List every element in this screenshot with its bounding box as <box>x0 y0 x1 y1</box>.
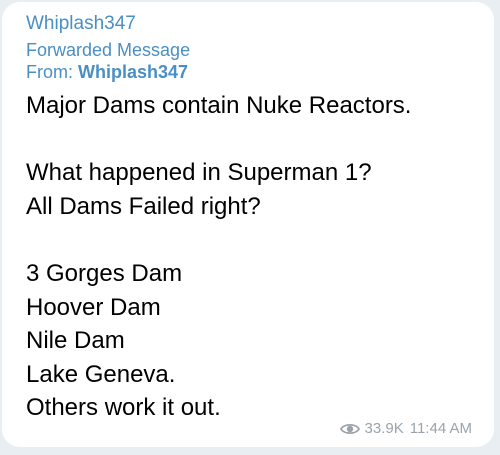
view-count: 33.9K <box>364 420 404 437</box>
sender-name[interactable]: Whiplash347 <box>26 12 474 36</box>
message-line: Nile Dam <box>26 327 125 355</box>
message-time: 11:44 AM <box>409 420 472 437</box>
message-bubble[interactable]: Whiplash347 Forwarded Message From: Whip… <box>2 2 494 447</box>
message-line: 3 Gorges Dam <box>26 259 183 287</box>
message-line: All Dams Failed right? <box>26 192 261 220</box>
from-name[interactable]: Whiplash347 <box>78 62 188 82</box>
message-line <box>26 123 474 157</box>
message-line: What happened in Superman 1? <box>26 159 372 187</box>
forwarded-label: Forwarded Message <box>26 40 191 60</box>
message-line: Major Dams contain Nuke Reactors. <box>26 92 412 119</box>
message-line: Lake Geneva. <box>26 360 176 388</box>
message-line: Hoover Dam <box>26 293 161 321</box>
eye-icon <box>339 423 360 434</box>
message-text: Major Dams contain Nuke Reactors. What h… <box>26 89 474 425</box>
from-prefix: From: <box>26 62 78 82</box>
forwarded-from[interactable]: From: Whiplash347 <box>26 61 474 83</box>
message-meta: 33.9K 11:44 AM <box>339 420 472 437</box>
message-line <box>26 223 474 257</box>
